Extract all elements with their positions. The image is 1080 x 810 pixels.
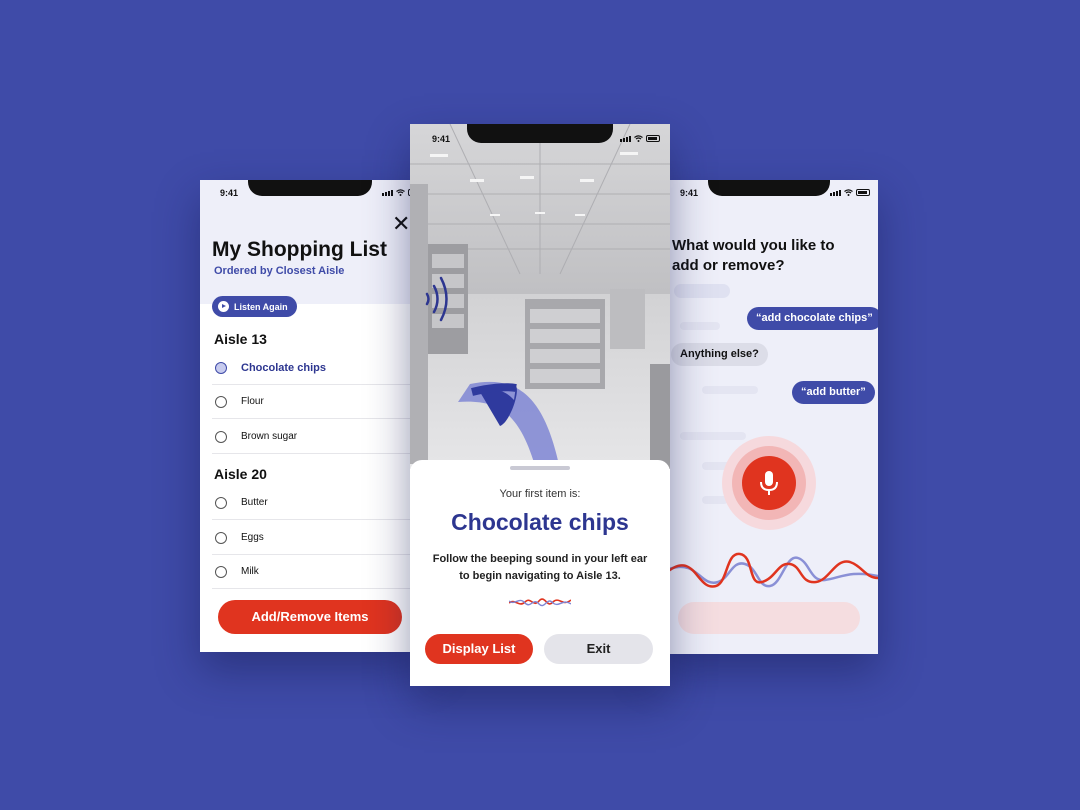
listen-again-label: Listen Again (234, 301, 288, 312)
radio[interactable] (215, 565, 227, 578)
status-time: 9:41 (220, 188, 239, 198)
microphone-button[interactable] (742, 456, 796, 510)
voice-prompt: What would you like to add or remove? (672, 237, 835, 274)
bottom-sheet: Your first item is: Chocolate chips Foll… (410, 460, 670, 686)
listen-again-button[interactable]: Listen Again (212, 296, 297, 317)
list-item-label: Flour (241, 396, 264, 407)
signal-icon (830, 190, 841, 196)
user-message-bubble: “add chocolate chips” (747, 307, 878, 330)
battery-icon (646, 135, 660, 142)
faded-background-element (702, 386, 758, 394)
signal-icon (382, 190, 393, 196)
radio-selected[interactable] (215, 361, 227, 374)
sheet-handle[interactable] (510, 466, 570, 470)
radio[interactable] (215, 395, 227, 408)
play-icon (218, 301, 229, 312)
list-item[interactable]: Butter (212, 486, 422, 520)
app-message-bubble: Anything else? (671, 343, 768, 366)
add-remove-items-button[interactable]: Add/Remove Items (218, 600, 402, 634)
shopping-list-screen: 9:41 ✕ My Shopping List Ordered by Close… (200, 180, 430, 652)
radio[interactable] (215, 531, 227, 544)
aisle-heading: Aisle 13 (214, 331, 267, 347)
list-item[interactable]: Brown sugar (212, 420, 422, 454)
faded-background-element (680, 432, 746, 440)
list-item[interactable]: Milk (212, 555, 422, 589)
current-item-name: Chocolate chips (451, 509, 629, 535)
faded-button (678, 602, 860, 634)
status-icons (620, 135, 660, 142)
navigation-instruction: Follow the beeping sound in your left ea… (432, 553, 648, 582)
status-bar: 9:41 (410, 132, 670, 146)
status-icons (830, 189, 870, 196)
list-item-label: Butter (241, 497, 268, 508)
wifi-icon (396, 189, 405, 196)
audio-waveform-icon (509, 598, 571, 607)
list-item[interactable]: Chocolate chips (212, 351, 422, 385)
radio[interactable] (215, 430, 227, 443)
exit-button[interactable]: Exit (544, 634, 653, 664)
microphone-pulse (722, 436, 816, 530)
voice-waveform (650, 552, 878, 588)
list-item-label: Eggs (241, 532, 264, 543)
faded-background-element (680, 322, 720, 330)
status-time: 9:41 (680, 188, 699, 198)
signal-icon (620, 136, 631, 142)
store-camera-view (410, 124, 670, 469)
page-subtitle: Ordered by Closest Aisle (214, 265, 345, 277)
wifi-icon (634, 135, 643, 142)
faded-background-element (674, 284, 730, 298)
user-message-bubble: “add butter” (792, 381, 875, 404)
aisle-heading: Aisle 20 (214, 466, 267, 482)
close-icon[interactable]: ✕ (392, 213, 410, 235)
status-bar: 9:41 (650, 188, 878, 202)
first-item-label: Your first item is: (499, 488, 581, 500)
status-time: 9:41 (432, 134, 451, 144)
display-list-button[interactable]: Display List (425, 634, 533, 664)
page-title: My Shopping List (212, 238, 387, 261)
wifi-icon (844, 189, 853, 196)
list-item-label: Brown sugar (241, 431, 298, 442)
battery-icon (856, 189, 870, 196)
microphone-icon (760, 471, 778, 495)
list-item[interactable]: Flour (212, 385, 422, 419)
list-item-label: Chocolate chips (241, 361, 326, 374)
radio[interactable] (215, 496, 227, 509)
list-item[interactable]: Eggs (212, 521, 422, 555)
navigation-screen: 9:41 Your first item is: Chocolate chips… (410, 124, 670, 686)
voice-input-screen: 9:41 What would you like to add or remov… (650, 180, 878, 654)
status-bar: 9:41 (200, 188, 430, 202)
list-item-label: Milk (241, 566, 259, 577)
